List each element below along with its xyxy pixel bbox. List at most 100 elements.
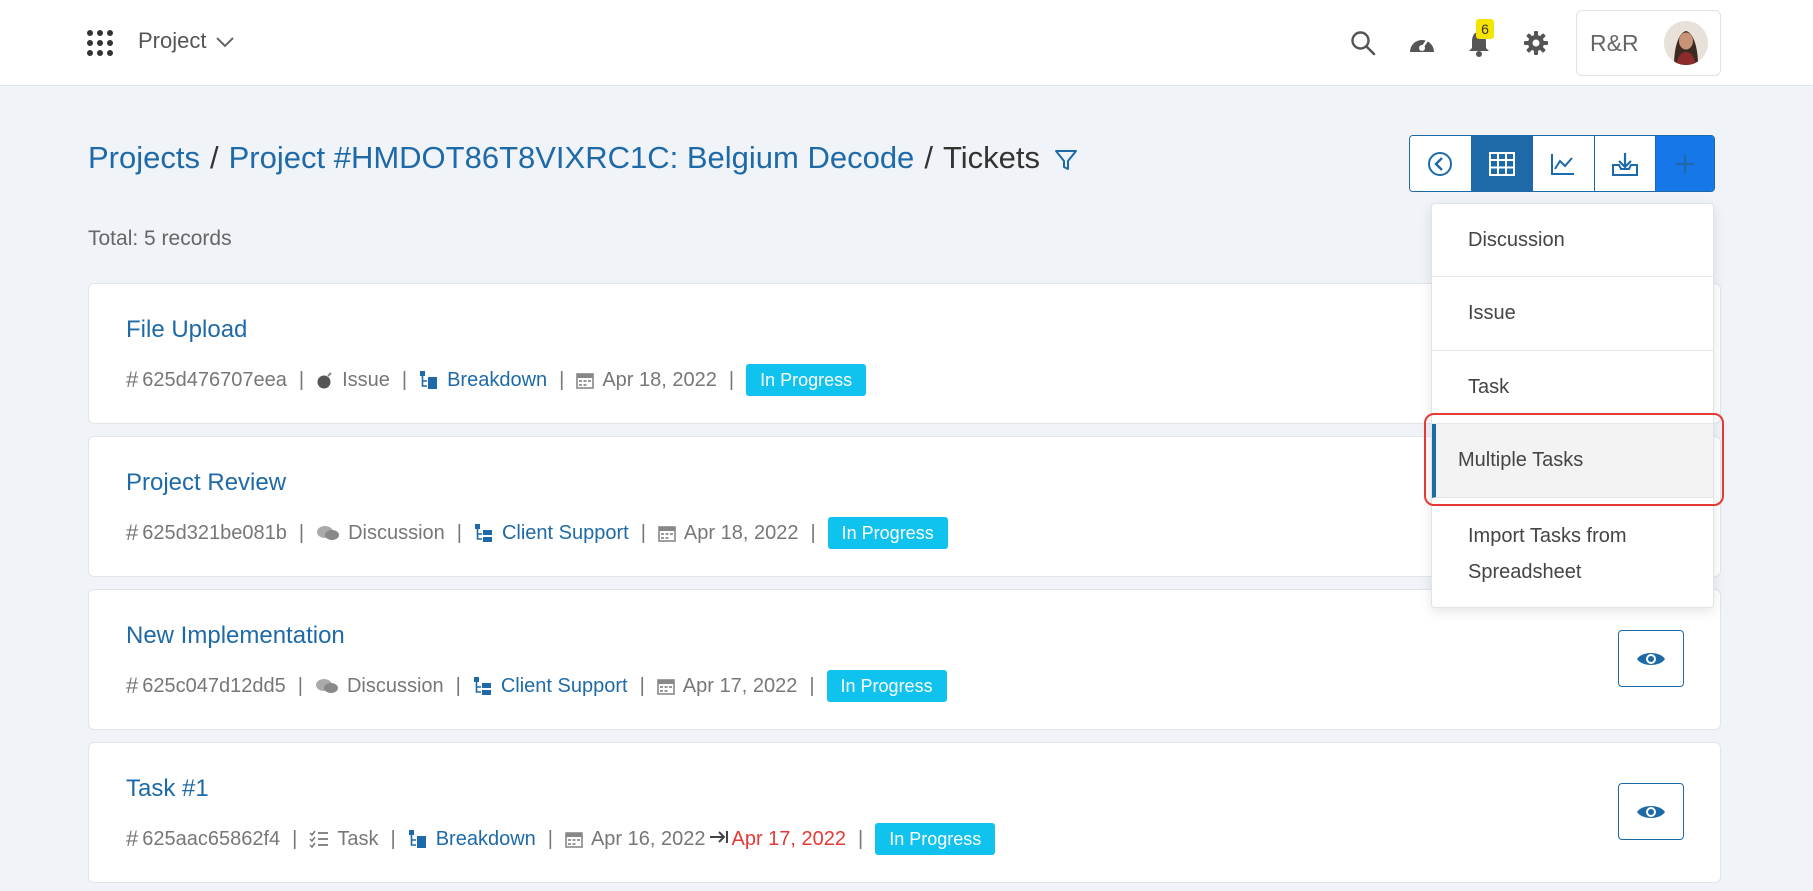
- ticket-date: Apr 17, 2022: [682, 674, 798, 697]
- eye-icon: [1637, 805, 1665, 818]
- chevron-down-icon: [216, 37, 235, 48]
- ticket-title-link[interactable]: New Implementation: [126, 622, 345, 650]
- ticket-type: Issue: [342, 368, 390, 391]
- meta-separator: |: [640, 521, 646, 544]
- area-chart-icon: [1551, 153, 1575, 175]
- meta-separator: |: [292, 827, 298, 850]
- import-label-line: Spreadsheet: [1468, 561, 1582, 583]
- view-toolbar: [1409, 135, 1715, 192]
- ticket-title-link[interactable]: Project Review: [126, 469, 286, 497]
- ticket-id: 625d321be081b: [142, 521, 287, 544]
- notification-count-badge: 6: [1476, 19, 1494, 39]
- meta-separator: |: [455, 674, 461, 697]
- meta-separator: |: [547, 827, 553, 850]
- meta-separator: |: [298, 521, 305, 544]
- discussion-bubbles-icon: [315, 677, 339, 695]
- ticket-id: 625c047d12dd5: [142, 674, 286, 697]
- import-label-line: Import Tasks from: [1468, 525, 1627, 547]
- status-badge: In Progress: [826, 670, 947, 702]
- page-title: Tickets: [942, 140, 1040, 175]
- meta-separator: |: [810, 521, 816, 544]
- ticket-category-link[interactable]: Client Support: [502, 522, 629, 545]
- add-ticket-dropdown: Discussion Issue Task Multiple Tasks Imp…: [1431, 203, 1714, 608]
- search-icon[interactable]: [1348, 28, 1378, 58]
- breadcrumb-project-link[interactable]: Project #HMDOT86T8VIXRC1C: Belgium Decod…: [229, 140, 915, 176]
- eye-icon: [1637, 652, 1665, 665]
- top-navigation-bar: Project 6 R&R: [0, 0, 1813, 86]
- export-button[interactable]: [1594, 136, 1657, 191]
- category-tree-icon: [474, 523, 494, 543]
- ticket-category-link[interactable]: Breakdown: [447, 369, 547, 392]
- meta-separator: |: [456, 521, 462, 544]
- plus-icon: [1676, 154, 1695, 173]
- ticket-category-link[interactable]: Client Support: [501, 675, 628, 698]
- back-circle-icon: [1428, 151, 1453, 176]
- ticket-start-date: Apr 16, 2022: [590, 827, 706, 850]
- menu-item-discussion[interactable]: Discussion: [1432, 204, 1713, 277]
- meta-separator: |: [297, 674, 303, 697]
- ticket-date: Apr 18, 2022: [683, 521, 799, 544]
- view-ticket-button[interactable]: [1618, 630, 1684, 687]
- ticket-type: Task: [337, 827, 379, 850]
- arrow-to-icon: [708, 828, 730, 851]
- ticket-type: Discussion: [346, 674, 444, 697]
- status-badge: In Progress: [875, 823, 996, 855]
- view-ticket-button[interactable]: [1618, 783, 1684, 840]
- meta-separator: |: [559, 368, 565, 391]
- ticket-card: Task #1 # 625aac65862f4 | Task | Breakdo…: [88, 742, 1721, 883]
- menu-item-issue[interactable]: Issue: [1432, 277, 1713, 351]
- calendar-icon: [576, 371, 595, 389]
- menu-item-task[interactable]: Task: [1432, 351, 1713, 424]
- ticket-title-link[interactable]: File Upload: [126, 316, 247, 344]
- ticket-date: Apr 18, 2022: [602, 368, 717, 391]
- table-grid-icon: [1488, 151, 1515, 176]
- project-menu-label: Project: [138, 28, 207, 53]
- ticket-meta: # 625d476707eea | Issue | Breakdown | Ap…: [126, 363, 867, 397]
- menu-item-import-tasks[interactable]: Import Tasks from Spreadsheet: [1432, 516, 1713, 592]
- bomb-issue-icon: [316, 371, 334, 389]
- hash-icon: #: [126, 520, 139, 545]
- meta-separator: |: [858, 827, 864, 850]
- ticket-meta: # 625c047d12dd5 | Discussion | Client Su…: [126, 669, 947, 703]
- settings-gear-icon[interactable]: [1521, 28, 1551, 58]
- filter-icon[interactable]: [1054, 148, 1078, 172]
- add-ticket-button[interactable]: [1656, 136, 1714, 191]
- task-list-icon: [309, 830, 329, 848]
- menu-item-multiple-tasks[interactable]: Multiple Tasks: [1432, 424, 1713, 498]
- total-records: Total: 5 records: [88, 227, 232, 250]
- ticket-id: 625aac65862f4: [142, 827, 281, 850]
- download-tray-icon: [1612, 152, 1639, 176]
- ticket-category-link[interactable]: Breakdown: [436, 828, 536, 851]
- breadcrumb-separator: /: [209, 140, 219, 175]
- ticket-title-link[interactable]: Task #1: [126, 775, 209, 803]
- status-badge: In Progress: [827, 517, 948, 549]
- calendar-icon: [658, 524, 676, 542]
- meta-separator: |: [809, 674, 815, 697]
- meta-separator: |: [728, 368, 735, 391]
- hash-icon: #: [126, 826, 139, 851]
- table-view-button[interactable]: [1471, 136, 1534, 191]
- category-tree-icon: [419, 370, 439, 390]
- meta-separator: |: [390, 827, 396, 850]
- ticket-type: Discussion: [348, 521, 445, 544]
- back-button[interactable]: [1410, 136, 1472, 191]
- dashboard-gauge-icon[interactable]: [1407, 28, 1437, 58]
- category-tree-icon: [473, 676, 493, 696]
- breadcrumb-projects-link[interactable]: Projects: [88, 140, 200, 176]
- hash-icon: #: [126, 673, 139, 698]
- hash-icon: #: [126, 367, 139, 392]
- breadcrumb-separator: /: [924, 140, 933, 175]
- ticket-meta: # 625d321be081b | Discussion | Client Su…: [126, 516, 948, 550]
- import-label: Import Tasks from Spreadsheet: [1468, 518, 1627, 590]
- account-menu[interactable]: R&R: [1576, 10, 1721, 76]
- ticket-card: New Implementation # 625c047d12dd5 | Dis…: [88, 589, 1721, 730]
- ticket-due-date: Apr 17, 2022: [731, 827, 847, 850]
- avatar: [1664, 21, 1708, 65]
- apps-grid-icon[interactable]: [86, 29, 114, 57]
- status-badge: In Progress: [746, 364, 867, 396]
- chart-view-button[interactable]: [1533, 136, 1595, 191]
- ticket-id: 625d476707eea: [142, 368, 287, 391]
- meta-separator: |: [401, 368, 408, 391]
- discussion-bubbles-icon: [316, 524, 340, 542]
- project-menu[interactable]: Project: [138, 28, 235, 54]
